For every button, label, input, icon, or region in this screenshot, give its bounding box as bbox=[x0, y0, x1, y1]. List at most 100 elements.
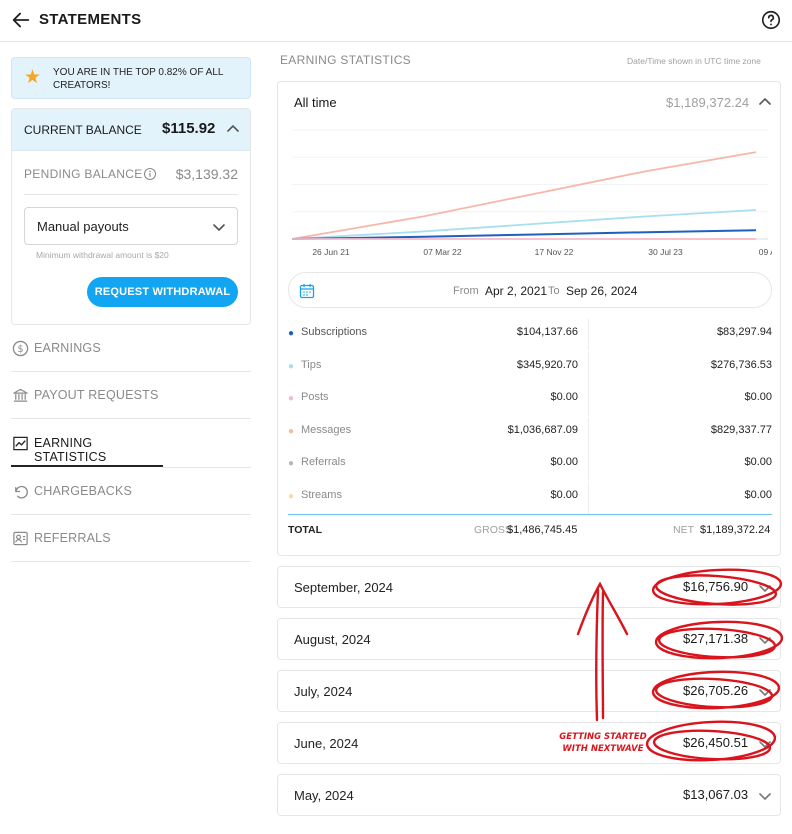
sidebar-item-referrals[interactable]: REFERRALS bbox=[11, 515, 251, 562]
current-balance-value: $115.92 bbox=[162, 120, 216, 137]
breakdown-gross: $0.00 bbox=[550, 488, 578, 501]
chevron-down-icon bbox=[759, 741, 771, 748]
date-from-label: From bbox=[453, 285, 479, 297]
month-amount: $26,705.26 bbox=[683, 683, 749, 698]
arrow-left-icon[interactable] bbox=[10, 9, 32, 31]
sidebar-item-chargebacks[interactable]: CHARGEBACKS bbox=[11, 468, 251, 515]
breakdown-net: $83,297.94 bbox=[716, 326, 772, 338]
series-dot: ● bbox=[288, 458, 295, 469]
breakdown-gross: $345,920.70 bbox=[516, 358, 578, 371]
x-tick-label: 07 Mar 22 bbox=[423, 247, 462, 257]
gross-total: $1,486,745.45 bbox=[507, 524, 578, 536]
month-statement-row[interactable]: May, 2024 $13,067.03 bbox=[277, 774, 781, 816]
breakdown-gross: $1,036,687.09 bbox=[507, 423, 578, 436]
x-tick-label: 09 Apr 24 bbox=[759, 247, 772, 257]
month-amount: $13,067.03 bbox=[683, 787, 749, 802]
breakdown-name: Referrals bbox=[301, 456, 346, 468]
month-statement-row[interactable]: June, 2024 $26,450.51 bbox=[277, 722, 781, 764]
month-name: August, 2024 bbox=[294, 632, 371, 647]
chevron-up-icon[interactable] bbox=[225, 121, 241, 137]
x-tick-label: 17 Nov 22 bbox=[535, 247, 574, 257]
chevron-up-icon[interactable] bbox=[757, 94, 773, 110]
bank-icon bbox=[13, 388, 28, 402]
banner-text: YOU ARE IN THE TOP 0.82% OF ALL CREATORS… bbox=[53, 67, 224, 91]
current-balance-row[interactable]: CURRENT BALANCE $115.92 bbox=[12, 109, 250, 151]
date-to-label: To bbox=[548, 285, 560, 297]
net-total: $1,189,372.24 bbox=[700, 524, 771, 536]
total-label: TOTAL bbox=[288, 524, 323, 536]
breakdown-gross: $104,137.66 bbox=[516, 326, 578, 338]
column-divider bbox=[588, 481, 589, 514]
pending-balance-value: $3,139.32 bbox=[175, 166, 238, 182]
calendar-icon bbox=[299, 284, 315, 299]
month-amount: $27,171.38 bbox=[683, 631, 749, 646]
series-dot: ● bbox=[288, 393, 295, 404]
sidebar-item-earning-statistics[interactable]: EARNING STATISTICS bbox=[11, 420, 163, 467]
breakdown-row: ● Streams $0.00 $0.00 bbox=[288, 481, 772, 514]
month-amount: $16,756.90 bbox=[683, 579, 749, 594]
month-name: May, 2024 bbox=[294, 788, 354, 803]
breakdown-gross: $0.00 bbox=[550, 456, 578, 468]
page-title: STATEMENTS bbox=[39, 11, 142, 28]
breakdown-net: $829,337.77 bbox=[710, 423, 772, 436]
x-tick-label: 26 Jun 21 bbox=[312, 247, 350, 257]
month-statement-row[interactable]: August, 2024 $27,171.38 bbox=[277, 618, 781, 660]
chevron-down-icon bbox=[759, 637, 771, 644]
question-circle-icon[interactable] bbox=[760, 9, 782, 31]
sidebar-item-earnings[interactable]: $ EARNINGS bbox=[11, 325, 251, 372]
breakdown-row: ● Messages $1,036,687.09 $829,337.77 bbox=[288, 416, 772, 449]
payout-method-value: Manual payouts bbox=[37, 219, 129, 234]
range-label: All time bbox=[294, 95, 337, 110]
breakdown-net: $0.00 bbox=[744, 456, 772, 468]
series-line bbox=[291, 151, 757, 240]
chevron-down-icon bbox=[213, 224, 225, 231]
star-icon: ★ bbox=[24, 67, 42, 88]
sidebar-item-label: CHARGEBACKS bbox=[34, 484, 133, 498]
column-divider bbox=[588, 351, 589, 384]
breakdown-net: $0.00 bbox=[744, 488, 772, 501]
breakdown-name: Streams bbox=[301, 488, 342, 501]
column-divider bbox=[588, 384, 589, 416]
date-range-picker[interactable]: From Apr 2, 2021 To Sep 26, 2024 bbox=[288, 272, 772, 308]
breakdown-gross: $0.00 bbox=[550, 391, 578, 403]
total-row: TOTAL GROSS $1,486,745.45 NET $1,189,372… bbox=[288, 522, 772, 542]
breakdown-name: Subscriptions bbox=[301, 326, 368, 338]
person-card-icon bbox=[13, 531, 28, 546]
info-icon[interactable] bbox=[143, 167, 157, 181]
month-statement-row[interactable]: July, 2024 $26,705.26 bbox=[277, 670, 781, 712]
breakdown-name: Posts bbox=[301, 391, 329, 403]
sidebar-item-label: PAYOUT REQUESTS bbox=[34, 388, 159, 402]
breakdown-row: ● Referrals $0.00 $0.00 bbox=[288, 449, 772, 481]
sidebar-item-payout-requests[interactable]: PAYOUT REQUESTS bbox=[11, 372, 251, 419]
top-creator-banner: ★ YOU ARE IN THE TOP 0.82% OF ALL CREATO… bbox=[11, 57, 251, 99]
section-title: EARNING STATISTICS bbox=[280, 53, 411, 67]
x-tick-label: 30 Jul 23 bbox=[648, 247, 683, 257]
undo-icon bbox=[15, 485, 28, 499]
payout-method-select[interactable]: Manual payouts bbox=[24, 207, 238, 245]
pending-balance-row: PENDING BALANCE $3,139.32 bbox=[24, 166, 238, 195]
pending-balance-label: PENDING BALANCE bbox=[24, 167, 143, 181]
breakdown-row: ● Tips $345,920.70 $276,736.53 bbox=[288, 351, 772, 384]
series-dot: ● bbox=[288, 490, 295, 502]
chevron-down-icon bbox=[759, 689, 771, 696]
breakdown-net: $276,736.53 bbox=[710, 358, 772, 371]
min-withdrawal-note: Minimum withdrawal amount is $20 bbox=[36, 250, 169, 260]
month-statement-row[interactable]: September, 2024 $16,756.90 bbox=[277, 566, 781, 608]
dollar-circle-icon: $ bbox=[12, 340, 29, 357]
timezone-note: Date/Time shown in UTC time zone bbox=[627, 56, 761, 66]
month-name: July, 2024 bbox=[294, 684, 353, 699]
sidebar-item-label: EARNINGS bbox=[34, 341, 101, 355]
breakdown-row: ● Subscriptions $104,137.66 $83,297.94 bbox=[288, 319, 772, 351]
total-divider bbox=[288, 514, 772, 515]
breakdown-row: ● Posts $0.00 $0.00 bbox=[288, 384, 772, 416]
date-to-value: Sep 26, 2024 bbox=[566, 284, 638, 298]
request-withdrawal-button[interactable]: REQUEST WITHDRAWAL bbox=[87, 277, 238, 307]
balance-card: CURRENT BALANCE $115.92 PENDING BALANCE … bbox=[11, 108, 251, 325]
month-name: June, 2024 bbox=[294, 736, 359, 751]
date-from-value: Apr 2, 2021 bbox=[485, 284, 548, 298]
net-label: NET bbox=[673, 524, 694, 536]
svg-text:$: $ bbox=[17, 344, 23, 355]
chevron-down-icon bbox=[759, 585, 771, 592]
series-dot: ● bbox=[288, 425, 295, 437]
statistics-card: All time $1,189,372.24 26 Jun 21 07 Mar 2… bbox=[277, 81, 781, 556]
